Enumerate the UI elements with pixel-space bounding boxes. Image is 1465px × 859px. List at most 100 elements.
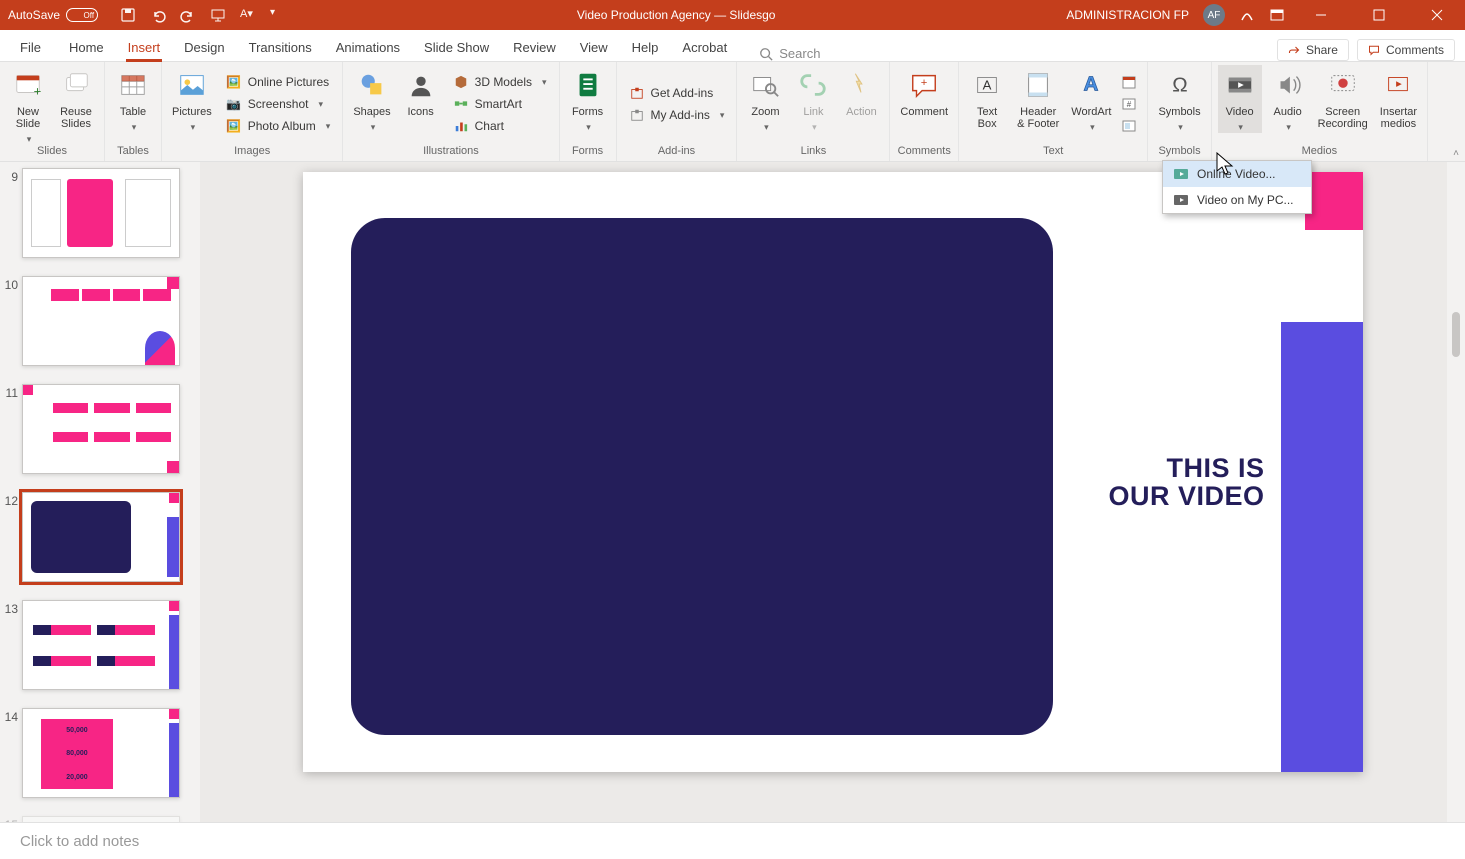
tab-slideshow[interactable]: Slide Show: [412, 34, 501, 61]
minimize-button[interactable]: [1299, 0, 1343, 30]
comment-button[interactable]: + Comment: [896, 65, 952, 118]
svg-text:A: A: [1084, 73, 1099, 96]
group-links-label: Links: [743, 145, 883, 159]
video-on-pc-menu-item[interactable]: Video on My PC...: [1163, 187, 1311, 213]
share-button[interactable]: Share: [1277, 39, 1349, 61]
tab-insert[interactable]: Insert: [116, 34, 173, 61]
slide-title-text[interactable]: THIS IS OUR VIDEO: [1108, 454, 1264, 511]
svg-text:+: +: [921, 77, 928, 89]
tab-view[interactable]: View: [568, 34, 620, 61]
textbox-button[interactable]: A Text Box: [965, 65, 1009, 130]
tab-home[interactable]: Home: [57, 34, 116, 61]
svg-text:#: #: [1127, 100, 1132, 109]
group-illustrations-label: Illustrations: [349, 145, 552, 159]
screen-recording-button[interactable]: Screen Recording: [1314, 65, 1372, 130]
comments-button[interactable]: Comments: [1357, 39, 1455, 61]
svg-text:Ω: Ω: [1172, 74, 1187, 97]
online-video-menu-item[interactable]: Online Video...: [1163, 161, 1311, 187]
search-input[interactable]: Search: [739, 46, 820, 61]
thumbnail-12[interactable]: 12: [0, 492, 196, 582]
new-slide-button[interactable]: + New Slide: [6, 65, 50, 145]
get-addins-button[interactable]: Get Add-ins: [623, 83, 731, 103]
online-video-icon: [1173, 166, 1189, 182]
tab-help[interactable]: Help: [620, 34, 671, 61]
group-comments-label: Comments: [896, 145, 952, 159]
svg-text:A: A: [983, 78, 992, 93]
tab-file[interactable]: File: [8, 34, 53, 61]
title-bar: AutoSave Off A▾ ▾ Video Production Agenc…: [0, 0, 1465, 30]
thumbnail-14[interactable]: 14 50,000 80,000 20,000: [0, 708, 196, 798]
group-symbols-label: Symbols: [1154, 145, 1204, 159]
object-button[interactable]: [1119, 116, 1141, 136]
pictures-button[interactable]: Pictures: [168, 65, 216, 133]
vertical-scrollbar[interactable]: [1447, 162, 1465, 822]
header-footer-button[interactable]: Header & Footer: [1013, 65, 1063, 130]
avatar[interactable]: AF: [1203, 4, 1225, 26]
smartart-button[interactable]: SmartArt: [447, 94, 553, 114]
video-dropdown-menu: Online Video... Video on My PC...: [1162, 160, 1312, 214]
ribbon-tabs: File Home Insert Design Transitions Anim…: [0, 30, 1465, 62]
video-button[interactable]: Video: [1218, 65, 1262, 133]
thumbnail-13[interactable]: 13: [0, 600, 196, 690]
ribbon-display-icon[interactable]: [1269, 7, 1285, 23]
pink-square-shape[interactable]: [1305, 172, 1363, 230]
thumbnail-10[interactable]: 10: [0, 276, 196, 366]
document-title: Video Production Agency — Slidesgo: [286, 8, 1066, 22]
online-pictures-button[interactable]: 🖼️Online Pictures: [220, 72, 337, 92]
slide-number-button[interactable]: #: [1119, 94, 1141, 114]
notes-pane[interactable]: Click to add notes: [0, 822, 1465, 859]
photo-album-button[interactable]: 🖼️Photo Album: [220, 116, 337, 136]
link-button[interactable]: Link: [791, 65, 835, 133]
date-time-button[interactable]: [1119, 72, 1141, 92]
workspace: 9 10 11: [0, 162, 1465, 822]
autosave-toggle[interactable]: AutoSave Off: [8, 8, 98, 22]
insertar-medios-button[interactable]: Insertar medios: [1376, 65, 1421, 130]
group-images-label: Images: [168, 145, 336, 159]
slide-editor[interactable]: THIS IS OUR VIDEO: [200, 162, 1465, 822]
zoom-button[interactable]: Zoom: [743, 65, 787, 133]
my-addins-button[interactable]: My Add-ins: [623, 105, 731, 125]
shapes-button[interactable]: Shapes: [349, 65, 394, 133]
undo-icon[interactable]: [150, 7, 166, 23]
slideshow-icon[interactable]: [210, 7, 226, 23]
tab-transitions[interactable]: Transitions: [237, 34, 324, 61]
thumbnail-15[interactable]: 15: [0, 816, 196, 822]
thumbnail-11[interactable]: 11: [0, 384, 196, 474]
more-icon[interactable]: A▾: [240, 7, 256, 23]
tab-acrobat[interactable]: Acrobat: [670, 34, 739, 61]
coming-soon-icon[interactable]: [1239, 7, 1255, 23]
group-media-label: Medios: [1218, 145, 1421, 159]
slide-thumbnails-panel[interactable]: 9 10 11: [0, 162, 200, 822]
video-pc-icon: [1173, 192, 1189, 208]
maximize-button[interactable]: [1357, 0, 1401, 30]
chart-button[interactable]: Chart: [447, 116, 553, 136]
qat-overflow-icon[interactable]: ▾: [270, 7, 286, 23]
account-name[interactable]: ADMINISTRACION FP: [1066, 8, 1189, 22]
close-button[interactable]: [1415, 0, 1459, 30]
tab-animations[interactable]: Animations: [324, 34, 412, 61]
thumbnail-9[interactable]: 9: [0, 168, 196, 258]
audio-button[interactable]: Audio: [1266, 65, 1310, 133]
video-placeholder-shape[interactable]: [351, 218, 1053, 735]
forms-button[interactable]: Forms: [566, 65, 610, 133]
group-forms-label: Forms: [566, 145, 610, 159]
redo-icon[interactable]: [180, 7, 196, 23]
symbols-button[interactable]: Ω Symbols: [1154, 65, 1204, 133]
table-button[interactable]: Table: [111, 65, 155, 133]
wordart-button[interactable]: A WordArt: [1067, 65, 1115, 133]
blue-band-shape[interactable]: [1281, 322, 1363, 772]
group-addins-label: Add-ins: [623, 145, 731, 159]
collapse-ribbon-icon[interactable]: ˄: [1453, 148, 1459, 159]
screenshot-button[interactable]: 📷Screenshot: [220, 94, 337, 114]
save-icon[interactable]: [120, 7, 136, 23]
slide-canvas[interactable]: THIS IS OUR VIDEO: [303, 172, 1363, 772]
3d-models-button[interactable]: 3D Models: [447, 72, 553, 92]
tab-design[interactable]: Design: [172, 34, 236, 61]
group-text-label: Text: [965, 145, 1141, 159]
reuse-slides-button[interactable]: Reuse Slides: [54, 65, 98, 130]
action-button[interactable]: Action: [839, 65, 883, 118]
tab-review[interactable]: Review: [501, 34, 568, 61]
group-slides-label: Slides: [6, 145, 98, 159]
group-tables-label: Tables: [111, 145, 155, 159]
icons-button[interactable]: Icons: [399, 65, 443, 118]
